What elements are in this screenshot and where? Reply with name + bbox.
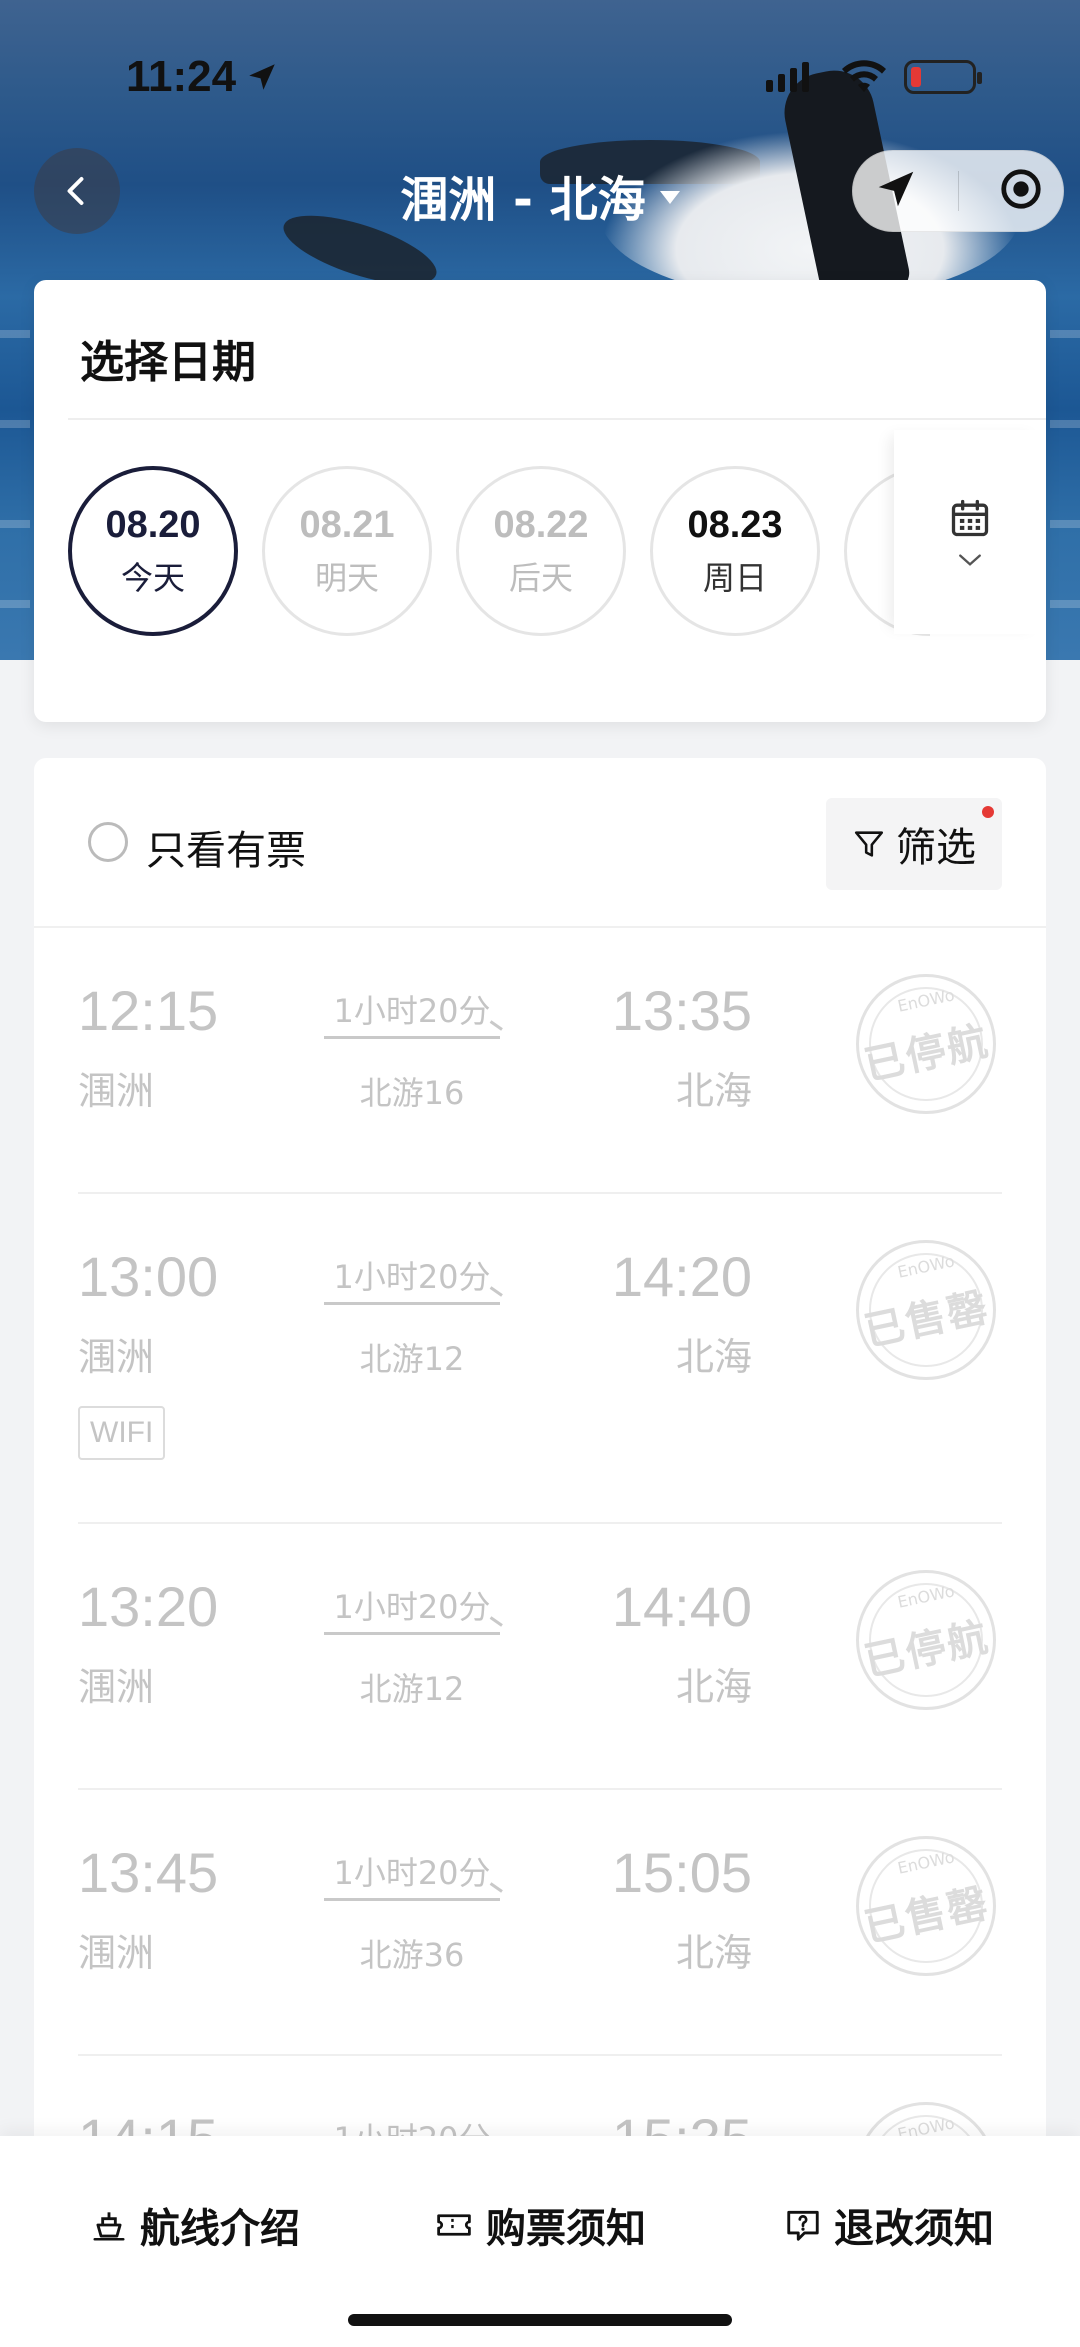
schedule-list-card: 只看有票 筛选 12:15 涠洲 1小时20分 北游16 13:35 北海 En… xyxy=(34,758,1046,2347)
refund-notice-label: 退改须知 xyxy=(834,2206,994,2252)
route-arrow-icon xyxy=(324,1036,500,1039)
route-arrow-icon xyxy=(324,1632,500,1635)
trip-duration: 1小时20分 xyxy=(333,992,491,1030)
date-option-0822[interactable]: 08.22 后天 xyxy=(456,466,626,636)
cellular-signal-icon xyxy=(766,62,809,92)
wifi-icon xyxy=(840,56,888,100)
date-value: 08.20 xyxy=(105,503,201,546)
route-intro-button[interactable]: 航线介绍 xyxy=(90,2196,300,2254)
ship-icon xyxy=(93,2212,125,2241)
close-target-icon[interactable] xyxy=(998,166,1044,216)
trip-row[interactable]: 12:15 涠洲 1小时20分 北游16 13:35 北海 EnOWo 已停航 xyxy=(34,928,1046,1194)
departure-port: 涠洲 xyxy=(78,1069,155,1113)
trip-duration: 1小时20分 xyxy=(333,1588,491,1626)
route-arrow-icon xyxy=(324,1898,500,1901)
ship-name: 北游36 xyxy=(359,1936,465,1974)
filter-active-dot xyxy=(982,806,994,818)
arrival-time: 15:05 xyxy=(611,1841,752,1904)
date-value: 08.21 xyxy=(299,503,395,546)
arrival-port: 北海 xyxy=(675,1931,752,1975)
arrival-port: 北海 xyxy=(675,1069,752,1113)
purchase-notice-button[interactable]: 购票须知 xyxy=(434,2196,646,2254)
calendar-button[interactable] xyxy=(894,430,1046,634)
trip-duration: 1小时20分 xyxy=(333,1854,491,1892)
navigation-arrow-icon[interactable] xyxy=(873,166,919,216)
location-arrow-icon xyxy=(245,60,279,98)
mini-program-capsule xyxy=(852,150,1064,232)
ship-name: 北游12 xyxy=(359,1340,465,1378)
route-arrow-icon xyxy=(324,1302,500,1305)
filter-row: 只看有票 筛选 xyxy=(34,758,1046,928)
departure-port: 涠洲 xyxy=(78,1665,155,1709)
status-stamp: EnOWo 已停航 xyxy=(856,974,996,1114)
departure-time: 13:00 xyxy=(78,1245,219,1308)
date-day-label: 周日 xyxy=(702,558,767,597)
caret-down-icon xyxy=(659,190,680,204)
only-available-radio[interactable] xyxy=(88,822,128,862)
route-title: 涠洲 - 北海 xyxy=(400,172,646,228)
arrival-port: 北海 xyxy=(675,1665,752,1709)
departure-time: 13:45 xyxy=(78,1841,219,1904)
date-value: 08.22 xyxy=(493,503,589,546)
date-option-0823[interactable]: 08.23 周日 xyxy=(650,466,820,636)
ship-name: 北游12 xyxy=(359,1670,465,1708)
departure-port: 涠洲 xyxy=(78,1931,155,1975)
date-day-label: 今天 xyxy=(120,558,185,597)
status-stamp: EnOWo 已售罄 xyxy=(856,1240,996,1380)
status-time: 11:24 xyxy=(126,52,237,101)
departure-time: 13:20 xyxy=(78,1575,219,1638)
arrival-time: 14:20 xyxy=(611,1245,752,1308)
date-option-0821[interactable]: 08.21 明天 xyxy=(262,466,432,636)
trip-duration: 1小时20分 xyxy=(333,1258,491,1296)
departure-time: 12:15 xyxy=(78,979,219,1042)
filter-button[interactable]: 筛选 xyxy=(826,798,1002,890)
date-day-label: 明天 xyxy=(314,558,379,597)
trip-row[interactable]: 13:00 涠洲 1小时20分 北游12 14:20 北海 WIFI EnOWo… xyxy=(34,1194,1046,1524)
status-stamp: EnOWo 已售罄 xyxy=(856,1836,996,1976)
only-available-label[interactable]: 只看有票 xyxy=(146,818,306,876)
divider xyxy=(68,418,1046,420)
refund-notice-button[interactable]: 退改须知 xyxy=(784,2196,994,2254)
purchase-notice-label: 购票须知 xyxy=(486,2206,646,2252)
ship-name: 北游16 xyxy=(359,1074,465,1112)
ticket-icon xyxy=(437,2214,471,2236)
calendar-icon xyxy=(951,499,989,537)
wifi-tag: WIFI xyxy=(78,1406,166,1460)
home-indicator xyxy=(348,2314,732,2326)
status-stamp: EnOWo 已停航 xyxy=(856,1570,996,1710)
route-intro-label: 航线介绍 xyxy=(140,2206,300,2252)
arrival-port: 北海 xyxy=(675,1335,752,1379)
arrival-time: 14:40 xyxy=(611,1575,752,1638)
date-section-title: 选择日期 xyxy=(80,337,256,388)
date-value: 08.23 xyxy=(687,503,783,546)
date-option-0820[interactable]: 08.20 今天 xyxy=(68,466,238,636)
filter-label: 筛选 xyxy=(896,825,976,871)
date-strip: 08.20 今天 08.21 明天 08.22 后天 08.23 周日 0 xyxy=(68,466,930,638)
arrival-time: 13:35 xyxy=(611,979,752,1042)
chevron-down-icon xyxy=(959,554,981,566)
help-message-icon xyxy=(787,2210,819,2241)
departure-port: 涠洲 xyxy=(78,1335,155,1379)
trip-row[interactable]: 13:45 涠洲 1小时20分 北游36 15:05 北海 EnOWo 已售罄 xyxy=(34,1790,1046,2056)
filter-funnel-icon xyxy=(854,831,884,857)
status-bar: 11:24 xyxy=(0,0,1080,150)
trip-row[interactable]: 13:20 涠洲 1小时20分 北游12 14:40 北海 EnOWo 已停航 xyxy=(34,1524,1046,1790)
battery-icon xyxy=(904,60,982,94)
date-picker-card: 选择日期 08.20 今天 08.21 明天 08.22 后天 08.23 周日… xyxy=(34,280,1046,722)
date-day-label: 后天 xyxy=(508,558,573,597)
